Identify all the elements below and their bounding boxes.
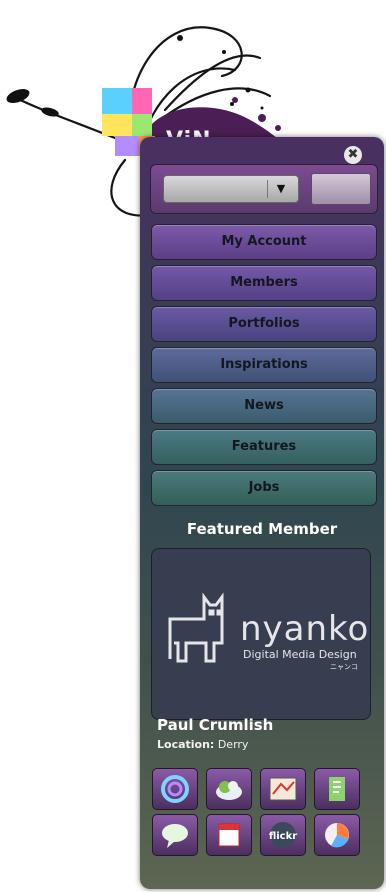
cat-logo-icon (168, 592, 224, 663)
cloud-icon-button[interactable] (206, 768, 252, 810)
calendar-icon (218, 823, 240, 847)
map-icon-button[interactable] (260, 768, 306, 810)
member-logo-wordmark: nyanko (240, 609, 370, 649)
map-icon (269, 777, 297, 801)
location-label: Location: (157, 738, 215, 751)
featured-member-heading: Featured Member (186, 520, 338, 538)
chat-bubble-icon-button[interactable] (152, 814, 198, 856)
flickr-icon-button[interactable]: flickr (260, 814, 306, 856)
cloud-icon (216, 781, 242, 800)
location-value: Derry (217, 738, 249, 751)
nav-inspirations-button[interactable]: Inspirations (151, 347, 377, 383)
pie-chart-icon-button[interactable] (314, 814, 360, 856)
flickr-icon: flickr (269, 822, 297, 848)
chevron-down-icon[interactable]: ▼ (270, 182, 292, 196)
nav-portfolios-button[interactable]: Portfolios (151, 306, 377, 342)
chat-bubble-icon (162, 824, 188, 848)
member-logo-tagline: Digital Media Design (243, 648, 357, 661)
calendar-icon-button[interactable] (206, 814, 252, 856)
nav-members-button[interactable]: Members (151, 265, 377, 301)
search-go-button[interactable] (311, 173, 371, 205)
nav-features-button[interactable]: Features (151, 429, 377, 465)
member-logo-kana: ニャンコ (330, 663, 358, 671)
search-bar: ▼ (150, 164, 378, 214)
nav-my-account-button[interactable]: My Account (151, 224, 377, 260)
nav-jobs-button[interactable]: Jobs (151, 470, 377, 506)
category-dropdown[interactable]: ▼ (163, 175, 299, 203)
dropdown-divider (267, 180, 268, 198)
member-location: Location: Derry (157, 738, 248, 751)
pie-chart-icon (325, 823, 349, 848)
nav-news-button[interactable]: News (151, 388, 377, 424)
swirl-icon-button[interactable] (152, 768, 198, 810)
featured-member-card[interactable]: nyanko Digital Media Design ニャンコ (151, 548, 371, 720)
swirl-icon (161, 775, 189, 803)
bookmark-icon (329, 777, 345, 801)
svg-text:flickr: flickr (269, 831, 297, 842)
close-icon[interactable]: ✖ (344, 146, 362, 164)
member-name[interactable]: Paul Crumlish (157, 716, 273, 734)
bookmark-icon-button[interactable] (314, 768, 360, 810)
